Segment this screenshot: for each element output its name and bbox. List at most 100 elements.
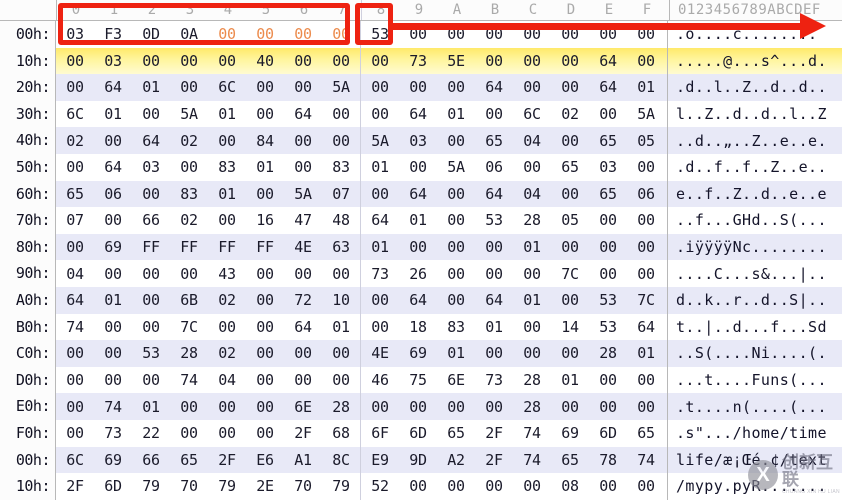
hex-byte-cell[interactable]: 00: [56, 238, 94, 256]
hex-row[interactable]: E0h: 00 74 01 00 00 00 6E 28 00 00 00 00 28 00 00 00 .t..…: [0, 393, 842, 420]
hex-byte-cell[interactable]: 00: [475, 265, 513, 283]
hex-byte-cell[interactable]: 5A: [284, 185, 322, 203]
row-hex-bytes[interactable]: 2F 6D 79 70 79 2E 70 79 52 00 00 00 00 08 00 00: [56, 473, 668, 500]
hex-byte-cell[interactable]: 28: [322, 398, 360, 416]
hex-byte-cell[interactable]: 00: [437, 477, 475, 495]
hex-byte-cell[interactable]: 48: [322, 211, 360, 229]
hex-byte-cell[interactable]: 00: [56, 371, 94, 389]
hex-row[interactable]: 00h: 03 F3 0D 0A 00 00 00 00 53 00 00 00 00 00 00 00 .ó..…: [0, 21, 842, 48]
hex-byte-cell[interactable]: 00: [627, 25, 665, 43]
hex-byte-cell[interactable]: 73: [475, 371, 513, 389]
hex-byte-cell[interactable]: 64: [399, 105, 437, 123]
hex-byte-cell[interactable]: 01: [208, 105, 246, 123]
hex-byte-cell[interactable]: 03: [56, 25, 94, 43]
hex-byte-cell[interactable]: 64: [361, 211, 399, 229]
hex-byte-cell[interactable]: 00: [361, 398, 399, 416]
hex-byte-cell[interactable]: A1: [284, 451, 322, 469]
hex-byte-cell[interactable]: 02: [170, 211, 208, 229]
hex-byte-cell[interactable]: 64: [399, 185, 437, 203]
row-hex-bytes[interactable]: 64 01 00 6B 02 00 72 10 00 64 00 64 01 00 53 7C: [56, 286, 668, 314]
hex-byte-cell[interactable]: 73: [399, 52, 437, 70]
row-ascii-text[interactable]: .iÿÿÿÿNc........: [668, 238, 842, 256]
hex-byte-cell[interactable]: 00: [170, 424, 208, 442]
row-ascii-text[interactable]: ....C...s&...|..: [668, 265, 842, 283]
hex-byte-cell[interactable]: 64: [589, 52, 627, 70]
hex-byte-cell[interactable]: 00: [208, 25, 246, 43]
hex-byte-cell[interactable]: 65: [437, 424, 475, 442]
hex-byte-cell[interactable]: 6C: [56, 105, 94, 123]
hex-byte-cell[interactable]: 00: [589, 105, 627, 123]
hex-byte-cell[interactable]: 01: [513, 291, 551, 309]
hex-byte-cell[interactable]: 2F: [284, 424, 322, 442]
hex-byte-cell[interactable]: 70: [170, 477, 208, 495]
hex-byte-cell[interactable]: 00: [208, 424, 246, 442]
hex-byte-cell[interactable]: 01: [513, 238, 551, 256]
hex-byte-cell[interactable]: 00: [437, 185, 475, 203]
hex-byte-cell[interactable]: 28: [170, 344, 208, 362]
hex-byte-cell[interactable]: 05: [551, 211, 589, 229]
hex-byte-cell[interactable]: 6B: [170, 291, 208, 309]
hex-byte-cell[interactable]: 6C: [56, 451, 94, 469]
hex-byte-cell[interactable]: 00: [627, 477, 665, 495]
hex-byte-cell[interactable]: 5A: [437, 158, 475, 176]
hex-row[interactable]: A0h: 64 01 00 6B 02 00 72 10 00 64 00 64 01 00 53 7C d..k…: [0, 286, 842, 314]
hex-byte-cell[interactable]: 5E: [437, 52, 475, 70]
hex-byte-cell[interactable]: 53: [475, 211, 513, 229]
hex-byte-cell[interactable]: 0D: [132, 25, 170, 43]
row-hex-bytes[interactable]: 00 64 01 00 6C 00 00 5A 00 00 00 64 00 00 64 01: [56, 74, 668, 101]
hex-byte-cell[interactable]: 00: [551, 238, 589, 256]
hex-byte-cell[interactable]: 00: [284, 371, 322, 389]
hex-byte-cell[interactable]: 00: [132, 105, 170, 123]
hex-byte-cell[interactable]: 53: [589, 291, 627, 309]
hex-byte-cell[interactable]: 00: [322, 105, 360, 123]
hex-byte-cell[interactable]: 01: [246, 158, 284, 176]
hex-byte-cell[interactable]: 01: [132, 78, 170, 96]
hex-byte-cell[interactable]: 00: [399, 477, 437, 495]
hex-byte-cell[interactable]: 06: [627, 185, 665, 203]
hex-byte-cell[interactable]: 00: [513, 344, 551, 362]
hex-byte-cell[interactable]: 6D: [94, 477, 132, 495]
hex-byte-cell[interactable]: 64: [56, 291, 94, 309]
hex-byte-cell[interactable]: 00: [246, 265, 284, 283]
row-ascii-text[interactable]: .....@...s^...d.: [668, 52, 842, 70]
hex-byte-cell[interactable]: 65: [56, 185, 94, 203]
row-ascii-text[interactable]: l..Z..d..d..l..Z: [668, 105, 842, 123]
row-hex-bytes[interactable]: 00 00 00 74 04 00 00 00 46 75 6E 73 28 01 00 00: [56, 366, 668, 394]
hex-byte-cell[interactable]: 02: [56, 132, 94, 150]
hex-byte-cell[interactable]: 74: [627, 451, 665, 469]
hex-byte-cell[interactable]: 06: [475, 158, 513, 176]
hex-byte-cell[interactable]: 05: [627, 132, 665, 150]
hex-byte-cell[interactable]: 65: [627, 424, 665, 442]
hex-byte-cell[interactable]: 00: [284, 158, 322, 176]
hex-byte-cell[interactable]: 00: [399, 398, 437, 416]
row-hex-bytes[interactable]: 03 F3 0D 0A 00 00 00 00 53 00 00 00 00 00 00 00: [56, 21, 668, 48]
hex-byte-cell[interactable]: 00: [132, 371, 170, 389]
hex-row[interactable]: D0h: 00 00 00 74 04 00 00 00 46 75 6E 73 28 01 00 00 ...t…: [0, 366, 842, 394]
hex-byte-cell[interactable]: 00: [284, 52, 322, 70]
hex-byte-cell[interactable]: 73: [361, 265, 399, 283]
hex-byte-cell[interactable]: 03: [399, 132, 437, 150]
hex-byte-cell[interactable]: 00: [322, 265, 360, 283]
hex-byte-cell[interactable]: 14: [551, 318, 589, 336]
hex-byte-cell[interactable]: 22: [132, 424, 170, 442]
row-hex-bytes[interactable]: 00 03 00 00 00 40 00 00 00 73 5E 00 00 00 64 00: [56, 47, 668, 75]
hex-byte-cell[interactable]: 5A: [627, 105, 665, 123]
hex-byte-cell[interactable]: 02: [551, 105, 589, 123]
hex-byte-cell[interactable]: 00: [170, 158, 208, 176]
hex-byte-cell[interactable]: 6E: [437, 371, 475, 389]
hex-byte-cell[interactable]: 00: [513, 25, 551, 43]
hex-byte-cell[interactable]: 0A: [170, 25, 208, 43]
row-hex-bytes[interactable]: 6C 69 66 65 2F E6 A1 8C E9 9D A2 2F 74 65 78 74: [56, 446, 668, 474]
hex-row[interactable]: 90h: 04 00 00 00 43 00 00 00 73 26 00 00 00 7C 00 00....…: [0, 260, 842, 287]
hex-byte-cell[interactable]: 00: [475, 344, 513, 362]
hex-byte-cell[interactable]: 68: [322, 424, 360, 442]
hex-byte-cell[interactable]: 00: [246, 105, 284, 123]
hex-row[interactable]: 00h: 6C 69 66 65 2F E6 A1 8C E9 9D A2 2F 74 65 78 74 life…: [0, 446, 842, 474]
hex-byte-cell[interactable]: 01: [208, 185, 246, 203]
hex-byte-cell[interactable]: 79: [208, 477, 246, 495]
row-hex-bytes[interactable]: 00 73 22 00 00 00 2F 68 6F 6D 65 2F 74 69 6D 65: [56, 419, 668, 447]
hex-byte-cell[interactable]: 00: [361, 291, 399, 309]
hex-byte-cell[interactable]: 2F: [56, 477, 94, 495]
hex-byte-cell[interactable]: 00: [475, 52, 513, 70]
hex-byte-cell[interactable]: 00: [94, 211, 132, 229]
